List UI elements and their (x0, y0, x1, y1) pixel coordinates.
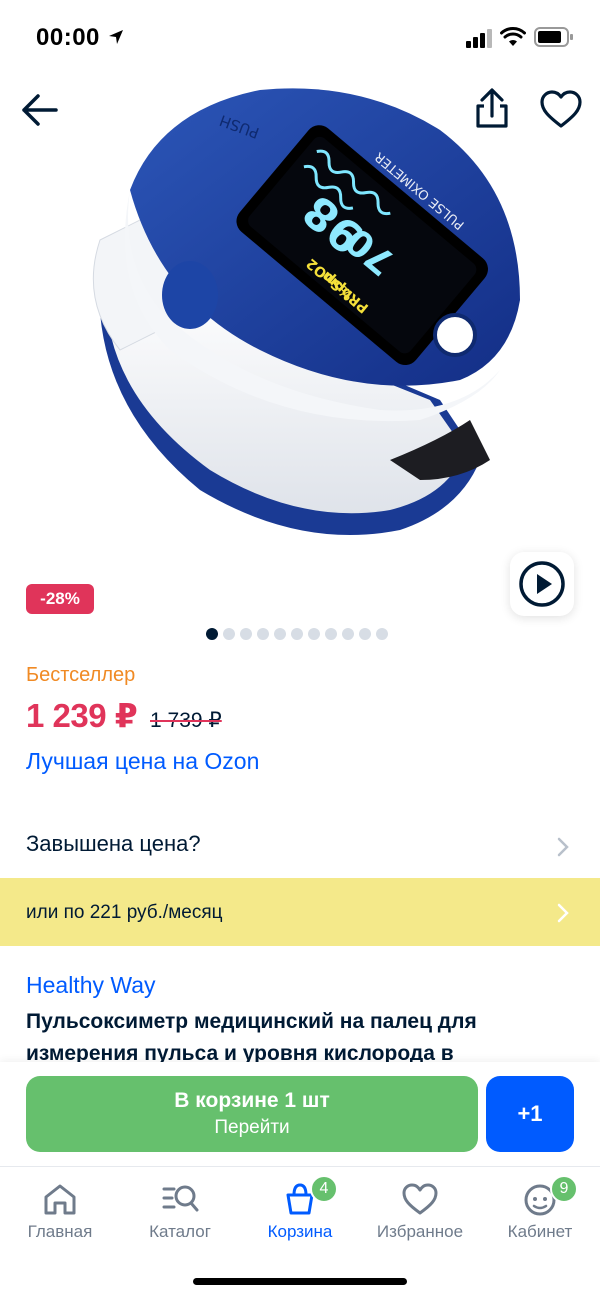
gallery-dot[interactable] (376, 628, 388, 640)
overpriced-label: Завышена цена? (26, 831, 201, 856)
discount-badge: -28% (26, 584, 94, 614)
home-icon (44, 1184, 76, 1215)
nav-catalog-label: Каталог (149, 1222, 211, 1241)
gallery-dot[interactable] (291, 628, 303, 640)
nav-catalog[interactable]: Каталог (120, 1175, 240, 1245)
overpriced-report-row[interactable]: Завышена цена? (0, 812, 600, 878)
nav-cart-label: Корзина (267, 1222, 333, 1241)
profile-notifications-badge: 9 (550, 1175, 578, 1203)
cart-count-badge: 4 (310, 1175, 338, 1203)
play-icon (519, 561, 565, 607)
chevron-right-icon (557, 903, 569, 923)
wifi-icon (500, 27, 526, 46)
share-icon (476, 88, 508, 128)
product-image[interactable]: 98 70 %SpO2 PRbpm PULSE OXIMETER PUSH (60, 70, 540, 570)
bestseller-label: Бестселлер (26, 664, 136, 686)
cellular-signal-icon (466, 29, 492, 48)
gallery-dot[interactable] (342, 628, 354, 640)
share-button[interactable] (470, 86, 514, 132)
bottom-navigation: Главная Каталог 4 Корзина Избранное 9 Ка… (0, 1166, 600, 1297)
chevron-right-icon (557, 837, 569, 857)
gallery-dot[interactable] (223, 628, 235, 640)
gallery-dot[interactable] (359, 628, 371, 640)
product-title: Пульсоксиметр медицинский на палец для и… (26, 1010, 477, 1065)
back-button[interactable] (18, 90, 62, 130)
current-price: 1 239 ₽ (26, 697, 138, 734)
gallery-dot[interactable] (257, 628, 269, 640)
in-cart-label: В корзине 1 шт (174, 1089, 330, 1112)
gallery-pagination (206, 628, 388, 640)
old-price: 1 739 ₽ (150, 709, 222, 732)
home-indicator (193, 1278, 407, 1285)
arrow-left-icon (22, 94, 58, 126)
brand-link[interactable]: Healthy Way (26, 972, 156, 999)
heart-icon (540, 90, 582, 128)
nav-home[interactable]: Главная (0, 1175, 120, 1245)
status-time: 00:00 (36, 24, 100, 51)
installment-label: или по 221 руб./месяц (26, 902, 223, 923)
best-price-link[interactable]: Лучшая цена на Ozon (26, 748, 259, 775)
location-arrow-icon (109, 30, 123, 44)
cart-action-bar: В корзине 1 шт Перейти +1 (0, 1062, 600, 1166)
nav-profile-label: Кабинет (507, 1222, 573, 1241)
add-one-button[interactable]: +1 (486, 1076, 574, 1152)
status-bar: 00:00 (0, 0, 600, 76)
nav-home-label: Главная (27, 1222, 93, 1241)
favorite-button[interactable] (538, 88, 584, 132)
nav-cart[interactable]: 4 Корзина (240, 1175, 360, 1245)
gallery-dot[interactable] (274, 628, 286, 640)
nav-favorites[interactable]: Избранное (360, 1175, 480, 1245)
gallery-dot[interactable] (308, 628, 320, 640)
go-to-cart-button[interactable]: В корзине 1 шт Перейти (26, 1076, 478, 1152)
gallery-dot[interactable] (240, 628, 252, 640)
installment-row[interactable]: или по 221 руб./месяц (0, 878, 600, 946)
heart-icon (402, 1183, 438, 1215)
battery-icon (534, 27, 573, 47)
gallery-dot[interactable] (325, 628, 337, 640)
catalog-icon (162, 1185, 199, 1212)
gallery-dot-active[interactable] (206, 628, 218, 640)
play-video-button[interactable] (510, 552, 574, 616)
nav-profile[interactable]: 9 Кабинет (480, 1175, 600, 1245)
go-to-cart-label: Перейти (214, 1117, 290, 1138)
nav-favorites-label: Избранное (376, 1222, 464, 1241)
